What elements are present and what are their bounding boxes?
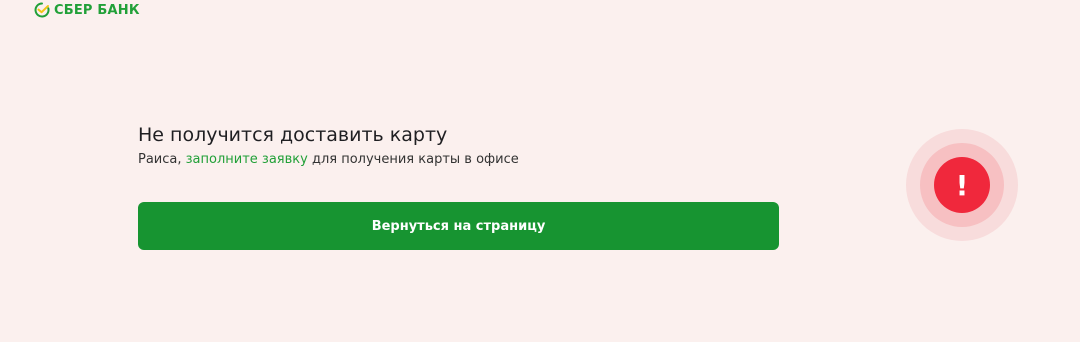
page-subtitle: Раиса, заполните заявку для получения ка… <box>138 152 519 167</box>
back-to-page-button[interactable]: Вернуться на страницу <box>138 202 779 250</box>
page-title: Не получится доставить карту <box>138 124 448 146</box>
fill-application-link[interactable]: заполните заявку <box>186 152 308 167</box>
sber-logo[interactable]: СБЕР БАНК <box>34 2 140 18</box>
exclamation-icon: ! <box>906 129 1018 241</box>
logo-text: СБЕР БАНК <box>54 2 140 18</box>
sber-checkmark-icon <box>34 2 50 18</box>
subtitle-prefix: Раиса, <box>138 152 186 167</box>
subtitle-suffix: для получения карты в офисе <box>307 152 519 167</box>
exclamation-glyph: ! <box>956 169 969 202</box>
